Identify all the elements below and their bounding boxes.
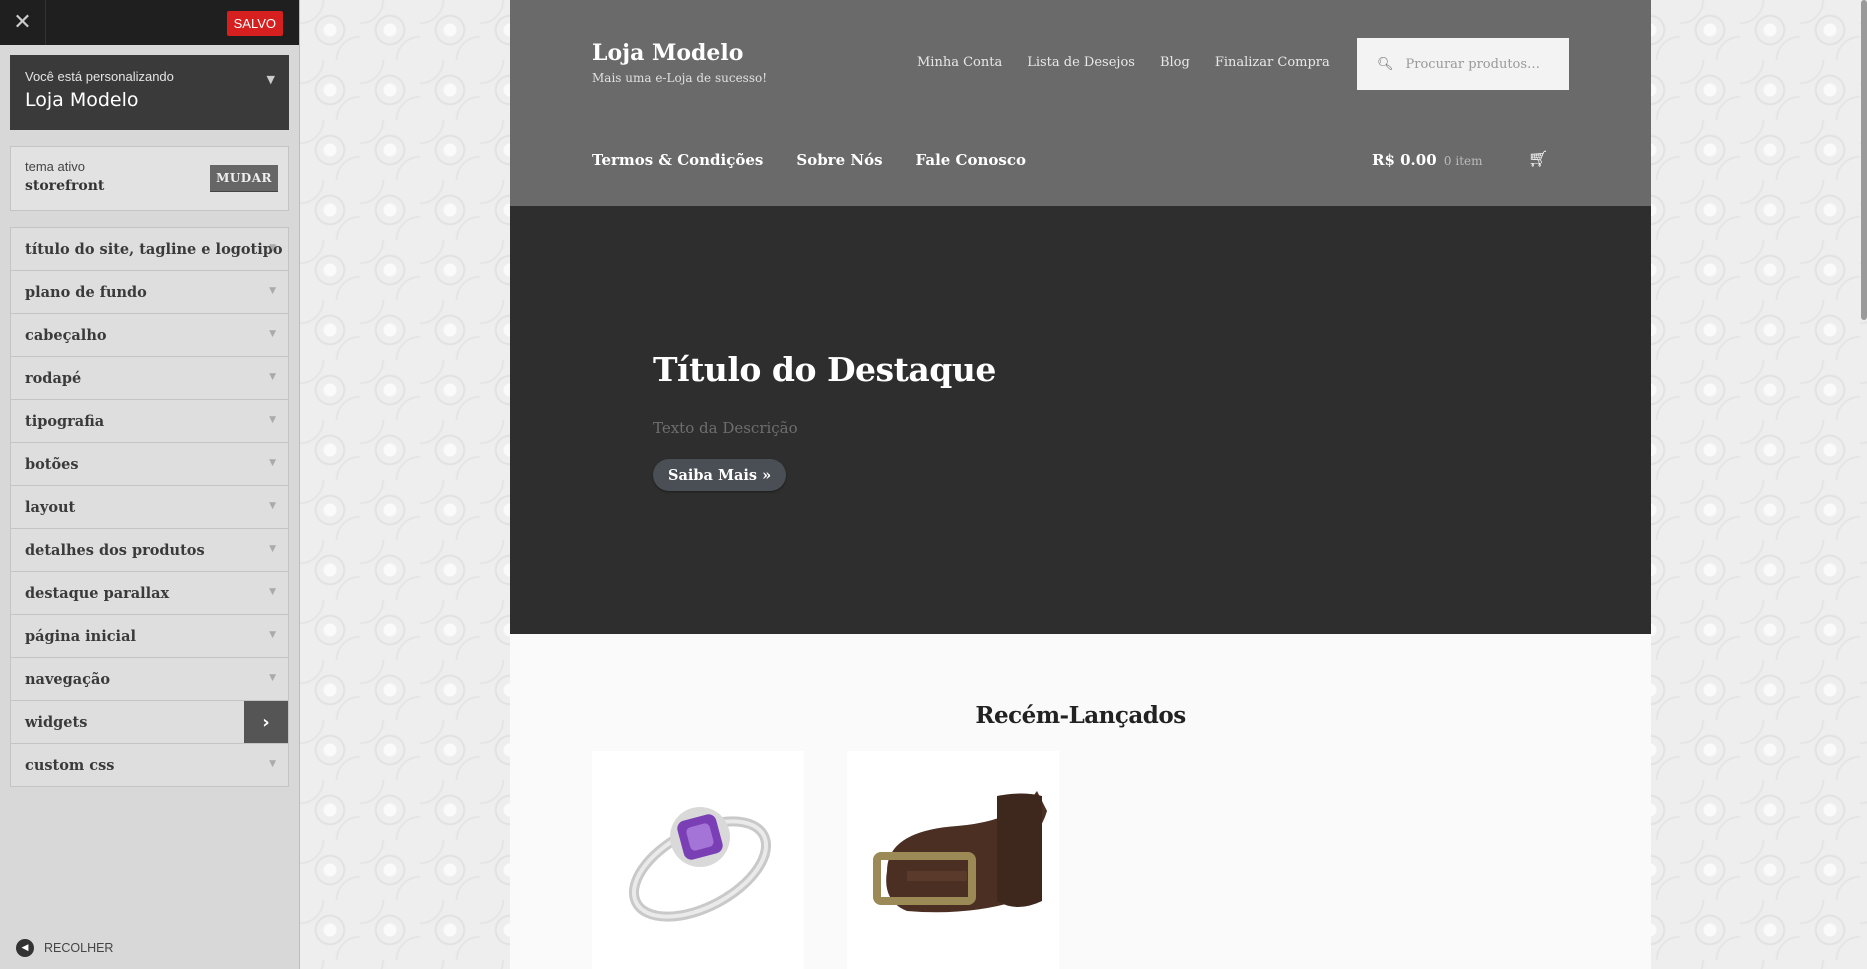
customizer-topbar: ✕ SALVO xyxy=(0,0,299,45)
nav-link-blog[interactable]: Blog xyxy=(1160,55,1190,70)
cart-item-count: 0 item xyxy=(1443,154,1483,168)
customizer-sidebar: ✕ SALVO Você está personalizando Loja Mo… xyxy=(0,0,300,969)
section-widgets[interactable]: widgets › xyxy=(11,701,288,744)
section-label: detalhes dos produtos xyxy=(25,541,205,559)
section-custom-css[interactable]: custom css ▼ xyxy=(11,744,288,787)
customizing-site-name: Loja Modelo xyxy=(25,89,139,111)
parallax-hero: Título do Destaque Texto da Descrição Sa… xyxy=(510,206,1651,634)
caret-down-icon[interactable]: ▼ xyxy=(267,73,275,86)
site-page: Loja Modelo Mais uma e-Loja de sucesso! … xyxy=(510,0,1651,969)
customizing-label: Você está personalizando xyxy=(25,69,174,84)
site-title[interactable]: Loja Modelo xyxy=(592,40,743,66)
primary-navigation: Termos & Condições Sobre Nós Fale Conosc… xyxy=(592,151,1026,169)
section-label: cabeçalho xyxy=(25,326,107,344)
secondary-navigation: Minha Conta Lista de Desejos Blog Finali… xyxy=(917,55,1330,70)
hero-title: Título do Destaque xyxy=(653,350,996,389)
section-buttons[interactable]: botões ▼ xyxy=(11,443,288,486)
section-site-title[interactable]: título do site, tagline e logotipo ▼ xyxy=(11,228,288,271)
nav-link-checkout[interactable]: Finalizar Compra xyxy=(1215,55,1330,70)
section-header[interactable]: cabeçalho ▼ xyxy=(11,314,288,357)
section-label: destaque parallax xyxy=(25,584,170,602)
caret-down-icon: ▼ xyxy=(269,458,276,468)
section-label: widgets xyxy=(25,713,88,731)
section-label: título do site, tagline e logotipo xyxy=(25,240,283,258)
hero-learn-more-button[interactable]: Saiba Mais » xyxy=(653,459,787,491)
change-theme-button[interactable]: MUDAR xyxy=(210,165,278,191)
caret-down-icon: ▼ xyxy=(269,372,276,382)
section-label: tipografia xyxy=(25,412,105,430)
arrow-left-circle-icon: ◀ xyxy=(16,939,34,957)
caret-down-icon: ▼ xyxy=(269,630,276,640)
cart-total: R$ 0.00 xyxy=(1372,151,1437,169)
caret-down-icon: ▼ xyxy=(269,673,276,683)
section-navigation[interactable]: navegação ▼ xyxy=(11,658,288,701)
belt-image xyxy=(873,791,1047,913)
search-icon: 🔍︎ xyxy=(1377,56,1394,72)
section-background[interactable]: plano de fundo ▼ xyxy=(11,271,288,314)
section-label: rodapé xyxy=(25,369,82,387)
section-product-details[interactable]: detalhes dos produtos ▼ xyxy=(11,529,288,572)
section-label: plano de fundo xyxy=(25,283,147,301)
nav-link-contact[interactable]: Fale Conosco xyxy=(916,151,1026,169)
preview-scrollbar[interactable] xyxy=(1861,0,1867,320)
hero-description: Texto da Descrição xyxy=(653,419,798,437)
section-label: layout xyxy=(25,498,76,516)
customizing-info[interactable]: Você está personalizando Loja Modelo ▼ xyxy=(10,55,289,130)
saved-button[interactable]: SALVO xyxy=(226,11,283,36)
section-footer[interactable]: rodapé ▼ xyxy=(11,357,288,400)
section-label: botões xyxy=(25,455,79,473)
site-header: Loja Modelo Mais uma e-Loja de sucesso! … xyxy=(510,0,1651,206)
shopping-cart-icon[interactable]: 🛒︎ xyxy=(1528,149,1548,168)
site-tagline: Mais uma e-Loja de sucesso! xyxy=(592,71,768,85)
nav-link-my-account[interactable]: Minha Conta xyxy=(917,55,1002,70)
close-icon[interactable]: ✕ xyxy=(0,0,46,45)
cart-summary[interactable]: R$ 0.00 0 item xyxy=(1372,151,1483,169)
section-typography[interactable]: tipografia ▼ xyxy=(11,400,288,443)
nav-link-wishlist[interactable]: Lista de Desejos xyxy=(1027,55,1135,70)
chevron-right-icon[interactable]: › xyxy=(244,701,288,743)
section-label: página inicial xyxy=(25,627,136,645)
collapse-button[interactable]: ◀ RECOLHER xyxy=(16,939,113,957)
section-homepage[interactable]: página inicial ▼ xyxy=(11,615,288,658)
section-label: custom css xyxy=(25,756,115,774)
section-label: navegação xyxy=(25,670,111,688)
product-ring-image[interactable] xyxy=(592,751,804,969)
product-search-field[interactable]: 🔍︎ Procurar produtos… xyxy=(1357,38,1569,90)
active-theme-panel: tema ativo storefront MUDAR xyxy=(10,146,289,211)
ring-image xyxy=(628,807,772,922)
section-parallax-hero[interactable]: destaque parallax ▼ xyxy=(11,572,288,615)
caret-down-icon: ▼ xyxy=(269,329,276,339)
caret-down-icon: ▼ xyxy=(269,759,276,769)
collapse-label: RECOLHER xyxy=(44,941,114,955)
caret-down-icon: ▼ xyxy=(269,587,276,597)
customizer-sections: título do site, tagline e logotipo ▼ plan… xyxy=(10,227,289,787)
site-preview: Loja Modelo Mais uma e-Loja de sucesso! … xyxy=(300,0,1867,969)
search-placeholder: Procurar produtos… xyxy=(1405,56,1541,72)
nav-link-terms[interactable]: Termos & Condições xyxy=(592,151,763,169)
caret-down-icon: ▼ xyxy=(269,243,276,253)
caret-down-icon: ▼ xyxy=(269,501,276,511)
product-belt-image[interactable] xyxy=(847,751,1059,969)
caret-down-icon: ▼ xyxy=(269,415,276,425)
products-heading: Recém-Lançados xyxy=(975,702,1186,729)
nav-link-about[interactable]: Sobre Nós xyxy=(796,151,882,169)
caret-down-icon: ▼ xyxy=(269,286,276,296)
caret-down-icon: ▼ xyxy=(269,544,276,554)
section-layout[interactable]: layout ▼ xyxy=(11,486,288,529)
